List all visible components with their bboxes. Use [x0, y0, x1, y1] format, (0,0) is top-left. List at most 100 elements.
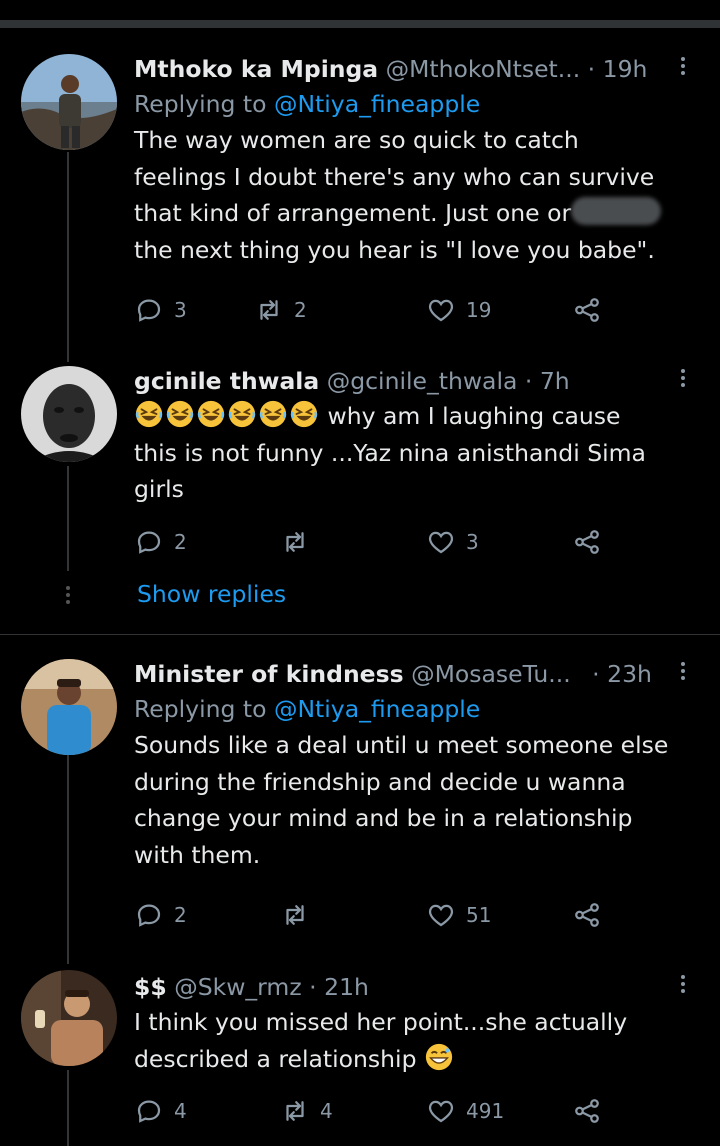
top-bar — [0, 0, 720, 30]
reply-icon — [137, 299, 161, 322]
share-icon — [575, 298, 599, 322]
rolling-on-floor-laughing-emoji — [134, 399, 164, 429]
retweet-button[interactable]: 4 — [280, 1093, 333, 1129]
reply-button[interactable]: 4 — [134, 1093, 187, 1129]
reply-button[interactable]: 2 — [134, 524, 187, 560]
username[interactable]: @Skw_rmz — [174, 973, 301, 1001]
mention-link[interactable]: @Ntiya_fineapple — [274, 90, 480, 118]
separator-dot: · — [524, 367, 533, 395]
avatar[interactable] — [21, 659, 117, 755]
rolling-on-floor-laughing-emoji — [258, 399, 288, 429]
retweet-button[interactable] — [280, 897, 320, 933]
like-button[interactable]: 51 — [426, 897, 491, 933]
retweet-icon — [286, 905, 304, 925]
like-button[interactable]: 3 — [426, 524, 479, 560]
retweet-button[interactable] — [280, 524, 320, 560]
top-bar-line — [0, 20, 720, 28]
tweet-text-line: girls — [134, 475, 184, 503]
like-button[interactable]: 19 — [426, 292, 491, 328]
tweet-text-line: during the friendship and decide u wanna — [134, 767, 626, 796]
show-replies-link[interactable]: Show replies — [137, 580, 286, 608]
avatar[interactable] — [21, 970, 117, 1066]
tweet-text-line: The way women are so quick to catch — [134, 126, 579, 154]
display-name[interactable]: Minister of kindness — [134, 660, 404, 688]
tweet-text: The way women are so quick to catch feel… — [134, 122, 690, 268]
display-name[interactable]: gcinile thwala — [134, 367, 319, 395]
share-button[interactable] — [572, 524, 602, 560]
display-name[interactable]: $$ — [134, 973, 167, 1001]
rolling-on-floor-laughing-emoji — [227, 399, 257, 429]
timestamp[interactable]: 19h — [603, 55, 648, 83]
share-icon — [575, 530, 599, 554]
tweet-text-line: Sounds like a deal until u meet someone … — [134, 731, 669, 759]
username[interactable]: @MosaseTu... — [411, 660, 571, 688]
username[interactable]: @gcinile_thwala — [327, 367, 518, 395]
rolling-on-floor-laughing-emoji — [196, 399, 226, 429]
reply-count: 4 — [174, 1099, 187, 1123]
divider — [0, 634, 720, 635]
username[interactable]: @MthokoNtset... — [386, 55, 581, 83]
retweet-icon — [286, 532, 304, 552]
share-icon — [575, 903, 599, 927]
avatar[interactable] — [21, 54, 117, 150]
share-button[interactable] — [572, 897, 602, 933]
thread-line — [67, 742, 69, 964]
heart-icon — [428, 531, 454, 554]
tweet-actions: 3 2 19 — [134, 292, 614, 328]
tweet-actions: 2 3 — [134, 524, 614, 560]
timestamp[interactable]: 7h — [540, 367, 570, 395]
tweet-text-line: the next thing you hear is "I love you b… — [134, 235, 655, 264]
tweet-text-line: that kind of arrangement. Just one or — [134, 195, 690, 232]
reply-icon — [137, 1100, 161, 1123]
replying-to-label: Replying to — [134, 90, 274, 118]
like-button[interactable]: 491 — [426, 1093, 504, 1129]
display-name[interactable]: Mthoko ka Mpinga — [134, 55, 378, 83]
tweet-text-line: I think you missed her point...she actua… — [134, 1008, 628, 1036]
tweet-header: $$ @Skw_rmz · 21h — [134, 970, 690, 1004]
retweet-icon — [260, 300, 278, 320]
collapsed-thread-dots — [66, 586, 70, 607]
reply-button[interactable]: 2 — [134, 897, 187, 933]
replying-to: Replying to @Ntiya_fineapple — [134, 691, 690, 727]
tweet-text-line: change your mind and be in a relationshi… — [134, 804, 633, 832]
emoji-group — [134, 399, 320, 430]
more-vertical-icon[interactable] — [676, 54, 690, 84]
tweet-text: I think you missed her point...she actua… — [134, 1004, 690, 1077]
reply-count: 3 — [174, 298, 187, 322]
thread-line — [67, 1070, 69, 1146]
share-button[interactable] — [572, 292, 602, 328]
heart-icon — [428, 904, 454, 927]
tweet-header: Mthoko ka Mpinga @MthokoNtset... · 19h — [134, 52, 690, 86]
tweet-text-line: feelings I doubt there's any who can sur… — [134, 162, 655, 191]
like-count: 51 — [466, 903, 492, 927]
replying-to: Replying to @Ntiya_fineapple — [134, 86, 690, 122]
share-button[interactable] — [572, 1093, 602, 1129]
avatar[interactable] — [21, 366, 117, 462]
like-count: 3 — [466, 530, 479, 554]
like-count: 19 — [466, 298, 492, 322]
tweet-actions: 2 51 — [134, 897, 614, 933]
retweet-icon — [286, 1101, 304, 1121]
separator-dot: · — [587, 55, 596, 83]
rolling-on-floor-laughing-emoji — [165, 399, 195, 429]
separator-dot: · — [592, 660, 600, 688]
mention-link[interactable]: @Ntiya_fineapple — [274, 695, 480, 723]
tweet-text-line: why am I laughing cause — [134, 398, 690, 435]
separator-dot: · — [309, 973, 317, 1001]
heart-icon — [428, 1100, 454, 1123]
more-vertical-icon[interactable] — [676, 659, 690, 689]
like-count: 491 — [466, 1099, 505, 1123]
share-icon — [575, 1099, 599, 1123]
heart-icon — [428, 299, 454, 322]
more-vertical-icon[interactable] — [676, 972, 690, 1002]
reply-count: 2 — [174, 530, 187, 554]
replying-to-label: Replying to — [134, 695, 274, 723]
reply-button[interactable]: 3 — [134, 292, 187, 328]
timestamp[interactable]: 23h — [607, 660, 652, 688]
tweet-text-line: described a relationship — [134, 1041, 690, 1078]
timestamp[interactable]: 21h — [324, 973, 369, 1001]
retweet-button[interactable]: 2 — [254, 292, 307, 328]
grinning-sweat-emoji — [425, 1043, 453, 1070]
retweet-count: 4 — [320, 1099, 333, 1123]
more-vertical-icon[interactable] — [676, 366, 690, 396]
